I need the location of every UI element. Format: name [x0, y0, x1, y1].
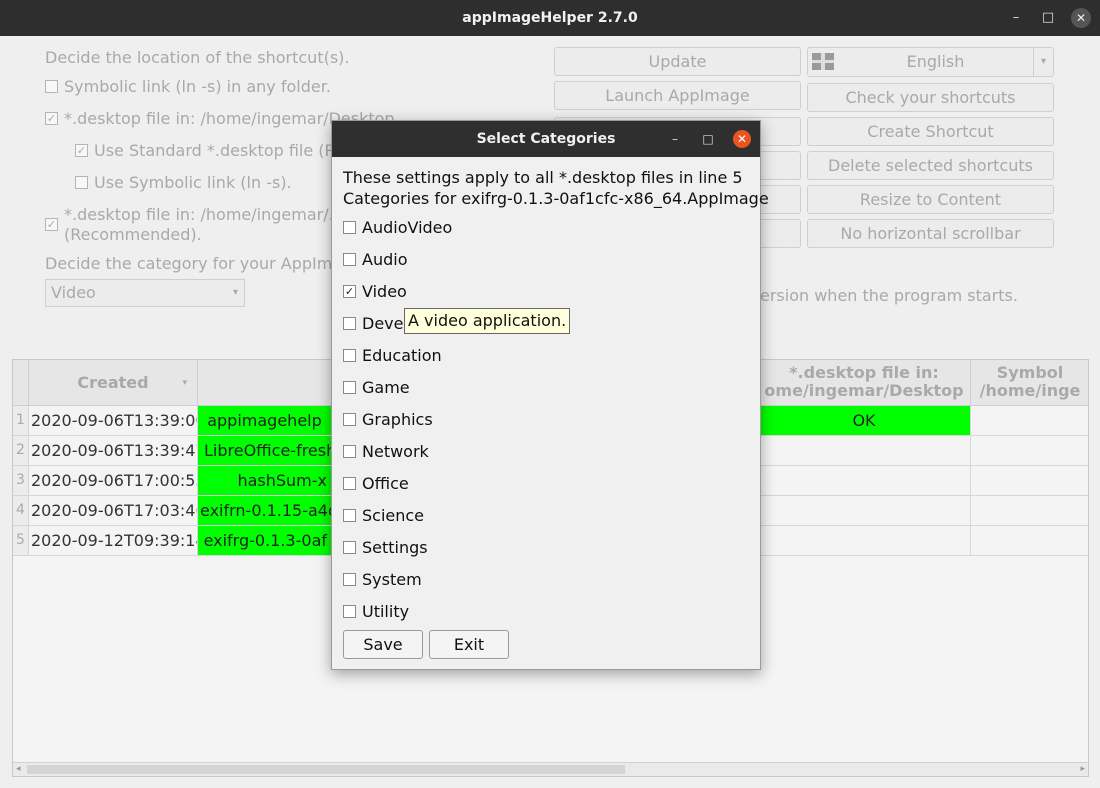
horizontal-scrollbar[interactable]: ◂ ▸: [13, 762, 1088, 776]
checkbox[interactable]: [343, 605, 356, 618]
scroll-right-icon[interactable]: ▸: [1080, 763, 1085, 776]
dialog-info-line-2: Categories for exifrg-0.1.3-0af1cfc-x86_…: [343, 189, 769, 208]
checkbox[interactable]: [343, 541, 356, 554]
row-number: 5: [13, 526, 29, 556]
row-number: 1: [13, 406, 29, 436]
column-header-desktop[interactable]: *.desktop file in: ome/ingemar/Desktop: [758, 360, 971, 406]
table-cell-app[interactable]: exifrn-0.1.15-a4d: [198, 496, 332, 526]
location-heading: Decide the location of the shortcut(s).: [45, 48, 350, 67]
table-cell-app[interactable]: appimagehelp: [198, 406, 332, 436]
version-note: ersion when the program starts.: [760, 286, 1018, 305]
table-corner: [13, 360, 29, 406]
checkbox[interactable]: [343, 445, 356, 458]
row-number: 3: [13, 466, 29, 496]
table-cell-desktop[interactable]: [758, 466, 971, 496]
table-cell-desktop[interactable]: OK: [758, 406, 971, 436]
table-cell-symbolic[interactable]: [971, 526, 1088, 556]
table-cell-created[interactable]: 2020-09-06T13:39:00: [29, 406, 198, 436]
symbolic-any-checkbox[interactable]: [45, 80, 58, 93]
category-heading: Decide the category for your AppIma: [45, 254, 343, 273]
table-cell-desktop[interactable]: [758, 496, 971, 526]
close-icon[interactable]: ✕: [733, 130, 751, 148]
resize-to-content-button[interactable]: Resize to Content: [807, 185, 1054, 214]
table-cell-created[interactable]: 2020-09-06T17:03:46: [29, 496, 198, 526]
check-shortcuts-button[interactable]: Check your shortcuts: [807, 83, 1054, 112]
table-cell-app[interactable]: LibreOffice-fresh: [198, 436, 332, 466]
checkbox[interactable]: [343, 413, 356, 426]
maximize-icon[interactable]: □: [1038, 8, 1058, 28]
scrollbar-thumb[interactable]: [27, 765, 625, 774]
desktop-file-local-label-2: (Recommended).: [64, 225, 202, 244]
chevron-down-icon: ▾: [232, 287, 238, 298]
use-symbolic-checkbox[interactable]: [75, 176, 88, 189]
desktop-file-desktop-checkbox[interactable]: ✓: [45, 112, 58, 125]
table-cell-created[interactable]: 2020-09-12T09:39:14: [29, 526, 198, 556]
exit-button[interactable]: Exit: [429, 630, 509, 659]
create-shortcut-button[interactable]: Create Shortcut: [807, 117, 1054, 146]
desktop-file-local-checkbox[interactable]: ✓: [45, 218, 58, 231]
checkbox[interactable]: ✓: [343, 285, 356, 298]
window-title: appImageHelper 2.7.0: [462, 10, 638, 26]
column-header-symbolic[interactable]: Symbol /home/inge: [971, 360, 1088, 406]
checkbox[interactable]: [343, 381, 356, 394]
symbolic-any-label: Symbolic link (ln -s) in any folder.: [64, 77, 331, 96]
scroll-left-icon[interactable]: ◂: [16, 763, 21, 776]
column-header-created[interactable]: Created ▾: [29, 360, 198, 406]
use-symbolic-label: Use Symbolic link (ln -s).: [94, 173, 292, 192]
delete-shortcuts-button[interactable]: Delete selected shortcuts: [807, 151, 1054, 180]
table-cell-symbolic[interactable]: [971, 466, 1088, 496]
table-cell-desktop[interactable]: [758, 436, 971, 466]
select-categories-dialog: Select Categories – □ ✕ These settings a…: [331, 120, 769, 670]
window-titlebar: appImageHelper 2.7.0 – □ ✕: [0, 0, 1100, 36]
desktop-file-local-label: *.desktop file in: /home/ingemar/.l: [64, 205, 339, 224]
table-cell-created[interactable]: 2020-09-06T17:00:53: [29, 466, 198, 496]
use-standard-checkbox[interactable]: ✓: [75, 144, 88, 157]
language-value: English: [906, 52, 965, 71]
table-cell-symbolic[interactable]: [971, 406, 1088, 436]
checkbox[interactable]: [343, 509, 356, 522]
minimize-icon[interactable]: –: [666, 130, 684, 148]
checkbox[interactable]: [343, 477, 356, 490]
table-cell-desktop[interactable]: [758, 526, 971, 556]
checkbox[interactable]: [343, 253, 356, 266]
chevron-down-icon: ▾: [1033, 48, 1053, 76]
launch-appimage-button[interactable]: Launch AppImage: [554, 81, 801, 110]
dialog-titlebar: Select Categories – □ ✕: [332, 121, 760, 157]
save-button[interactable]: Save: [343, 630, 423, 659]
checkbox[interactable]: [343, 317, 356, 330]
category-tooltip: A video application.: [404, 308, 571, 334]
minimize-icon[interactable]: –: [1006, 8, 1026, 28]
table-cell-app[interactable]: exifrg-0.1.3-0af: [198, 526, 332, 556]
row-number: 4: [13, 496, 29, 526]
table-cell-created[interactable]: 2020-09-06T13:39:47: [29, 436, 198, 466]
dialog-title: Select Categories: [476, 131, 616, 147]
checkbox[interactable]: [343, 221, 356, 234]
table-cell-app[interactable]: hashSum-x: [198, 466, 332, 496]
maximize-icon[interactable]: □: [699, 130, 717, 148]
category-select-value: Video: [51, 283, 96, 302]
row-number: 2: [13, 436, 29, 466]
dialog-info-line-1: These settings apply to all *.desktop fi…: [343, 168, 743, 187]
use-standard-label: Use Standard *.desktop file (Re: [94, 141, 345, 160]
update-button[interactable]: Update: [554, 47, 801, 76]
table-cell-symbolic[interactable]: [971, 436, 1088, 466]
category-select[interactable]: Video ▾: [45, 279, 245, 307]
sort-icon: ▾: [182, 378, 187, 388]
language-select[interactable]: English ▾: [807, 47, 1054, 77]
checkbox[interactable]: [343, 573, 356, 586]
uk-flag-icon: [812, 53, 834, 70]
checkbox[interactable]: [343, 349, 356, 362]
close-icon[interactable]: ✕: [1071, 8, 1091, 28]
table-cell-symbolic[interactable]: [971, 496, 1088, 526]
no-horizontal-scrollbar-button[interactable]: No horizontal scrollbar: [807, 219, 1054, 248]
